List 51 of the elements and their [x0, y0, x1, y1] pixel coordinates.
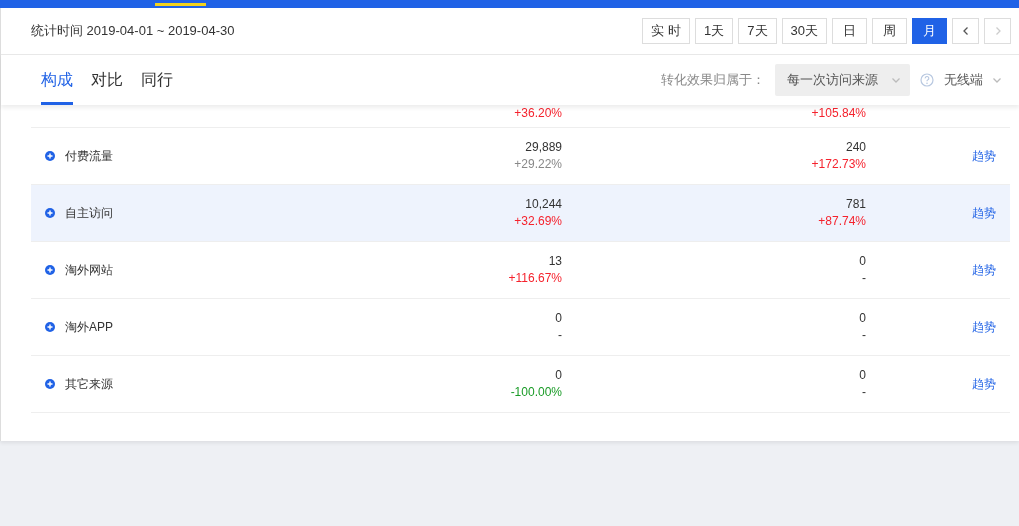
expand-icon[interactable]	[45, 379, 55, 389]
metric-value: 0	[555, 310, 562, 327]
change-rate: -	[862, 327, 866, 344]
trend-link[interactable]: 趋势	[972, 376, 996, 391]
trend-link[interactable]: 趋势	[972, 319, 996, 334]
change-rate: +29.22%	[514, 156, 562, 173]
change-rate: +87.74%	[818, 213, 866, 230]
change-rate: +32.69%	[514, 213, 562, 230]
source-name: 付费流量	[65, 147, 113, 165]
change-rate: -	[862, 270, 866, 287]
change-rate: +105.84%	[811, 105, 866, 122]
trend-link[interactable]: 趋势	[972, 148, 996, 163]
range-button[interactable]: 日	[832, 18, 867, 44]
range-button[interactable]: 30天	[781, 18, 827, 44]
period-label: 统计时间 2019-04-01 ~ 2019-04-30	[31, 22, 235, 40]
attribution-select[interactable]: 每一次访问来源	[775, 64, 910, 96]
device-select[interactable]: 无线端	[944, 71, 1003, 89]
metric-value: 0	[555, 367, 562, 384]
source-name: 其它来源	[65, 375, 113, 393]
expand-icon[interactable]	[45, 322, 55, 332]
source-name: 淘外APP	[65, 318, 113, 336]
metric-value: 240	[845, 139, 866, 156]
nav-indicator	[155, 3, 206, 6]
range-button[interactable]: 7天	[738, 18, 777, 44]
source-name: 自主访问	[65, 204, 113, 222]
tab[interactable]: 对比	[91, 55, 123, 105]
metric-value: 13	[548, 253, 562, 270]
expand-icon[interactable]	[45, 208, 55, 218]
metric-value: 10,244	[525, 196, 562, 213]
expand-icon[interactable]	[45, 151, 55, 161]
change-rate: +172.73%	[811, 156, 866, 173]
range-button[interactable]: 1天	[695, 18, 734, 44]
metric-value: 0	[859, 310, 866, 327]
change-rate: +36.20%	[514, 105, 562, 122]
change-rate: +116.67%	[508, 270, 562, 287]
change-rate: -	[558, 327, 562, 344]
trend-link[interactable]: 趋势	[972, 205, 996, 220]
attribution-label: 转化效果归属于：	[661, 71, 765, 89]
metric-value: 781	[845, 196, 866, 213]
metric-value: 29,889	[525, 139, 562, 156]
change-rate: -	[862, 384, 866, 401]
range-button[interactable]: 周	[872, 18, 907, 44]
metric-value: 0	[859, 253, 866, 270]
metric-value: 0	[859, 367, 866, 384]
expand-icon[interactable]	[45, 265, 55, 275]
source-name: 淘外网站	[65, 261, 113, 279]
trend-link[interactable]: 趋势	[972, 262, 996, 277]
range-button[interactable]: 实 时	[642, 18, 691, 44]
tab[interactable]: 同行	[141, 55, 173, 105]
range-button[interactable]: 月	[912, 18, 947, 44]
change-rate: -100.00%	[510, 384, 562, 401]
